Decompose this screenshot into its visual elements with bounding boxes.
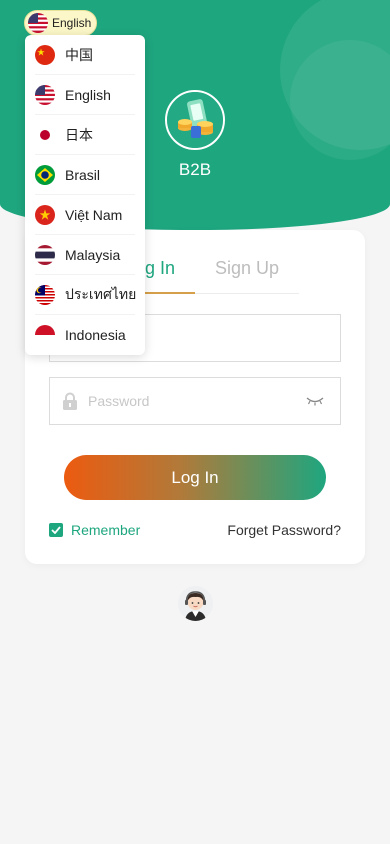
language-option-th[interactable]: ประเทศไทย (35, 275, 137, 315)
flag-th-icon (35, 244, 55, 265)
language-option-en[interactable]: English (35, 75, 135, 115)
brand-logo (165, 90, 225, 150)
language-option-label: Việt Nam (65, 206, 123, 223)
language-option-my[interactable]: Malaysia (35, 235, 135, 275)
lock-icon (63, 392, 77, 410)
login-button[interactable]: Log In (64, 455, 326, 500)
remember-toggle[interactable]: Remember (49, 522, 140, 538)
tab-signup[interactable]: Sign Up (215, 258, 279, 279)
remember-label: Remember (71, 522, 141, 538)
current-language-label: English (52, 16, 92, 30)
language-option-vn[interactable]: Việt Nam (35, 195, 135, 235)
flag-us-icon (35, 84, 55, 105)
flag-br-icon (35, 164, 55, 185)
coins-phone-icon (167, 92, 223, 148)
eye-closed-icon[interactable] (306, 396, 324, 406)
forget-password-link[interactable]: Forget Password? (227, 522, 341, 538)
language-option-label: 日本 (65, 126, 93, 143)
flag-vn-icon (35, 204, 55, 225)
language-option-label: 中国 (65, 46, 93, 63)
flag-jp-icon (35, 124, 55, 145)
check-icon (51, 526, 61, 534)
language-option-label: Indonesia (65, 327, 126, 343)
language-option-jp[interactable]: 日本 (35, 115, 135, 155)
remember-checkbox[interactable] (49, 523, 63, 537)
customer-support-button[interactable] (178, 586, 213, 621)
password-field[interactable] (49, 377, 341, 425)
language-selector[interactable]: English (24, 10, 97, 36)
flag-cn-icon (35, 44, 55, 65)
language-option-label: English (65, 86, 111, 103)
flag-my-icon (35, 284, 55, 305)
language-option-br[interactable]: Brasil (35, 155, 135, 195)
language-menu: 中国 English 日本 Brasil Việt Nam Malaysia ป… (25, 35, 145, 355)
language-option-label: Malaysia (65, 246, 121, 263)
language-option-label: ประเทศไทย (65, 285, 137, 302)
password-input[interactable] (88, 393, 340, 409)
flag-id-icon (35, 325, 55, 345)
support-agent-icon (178, 586, 213, 621)
flag-us-icon (28, 13, 48, 33)
language-option-label: Brasil (65, 166, 101, 183)
language-option-cn[interactable]: 中国 (35, 35, 135, 75)
language-option-id[interactable]: Indonesia (35, 315, 135, 355)
